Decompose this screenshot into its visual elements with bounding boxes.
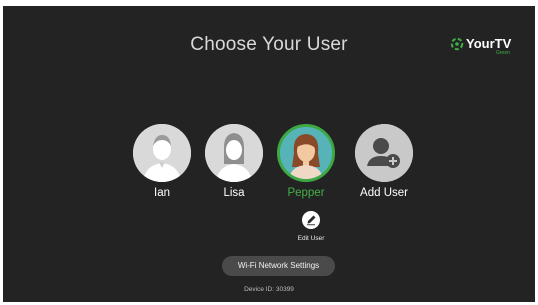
avatar xyxy=(277,124,335,182)
pencil-icon xyxy=(307,215,316,226)
male-avatar-icon xyxy=(133,124,191,182)
add-user-button[interactable]: Add User xyxy=(354,124,414,199)
edit-circle xyxy=(302,211,320,229)
user-name: Lisa xyxy=(223,187,245,199)
wifi-settings-button[interactable]: Wi-Fi Network Settings xyxy=(222,256,335,276)
logo-subtitle: Green xyxy=(496,50,510,56)
user-lisa[interactable]: Lisa xyxy=(204,124,264,199)
avatar xyxy=(205,124,263,182)
avatar xyxy=(133,124,191,182)
user-ian[interactable]: Ian xyxy=(132,124,192,199)
logo-name: YourTV xyxy=(466,36,512,51)
brand-logo: YourTV Green xyxy=(450,37,520,61)
logo-mark-icon xyxy=(450,37,464,51)
user-name: Pepper xyxy=(287,187,325,199)
female-avatar-icon xyxy=(280,127,332,179)
device-id: Device ID: 30399 xyxy=(244,286,294,293)
edit-user-label: Edit User xyxy=(297,235,325,242)
user-name: Ian xyxy=(154,187,170,199)
user-pepper[interactable]: Pepper xyxy=(276,124,336,199)
edit-user-button[interactable]: Edit User xyxy=(291,211,331,242)
female-avatar-icon xyxy=(205,124,263,182)
user-name: Add User xyxy=(360,187,408,199)
add-user-icon xyxy=(355,124,413,182)
tv-frame: Choose Your User YourTV Green Ian Lisa P… xyxy=(3,6,535,302)
avatar xyxy=(355,124,413,182)
screen: Choose Your User YourTV Green Ian Lisa P… xyxy=(0,0,538,305)
